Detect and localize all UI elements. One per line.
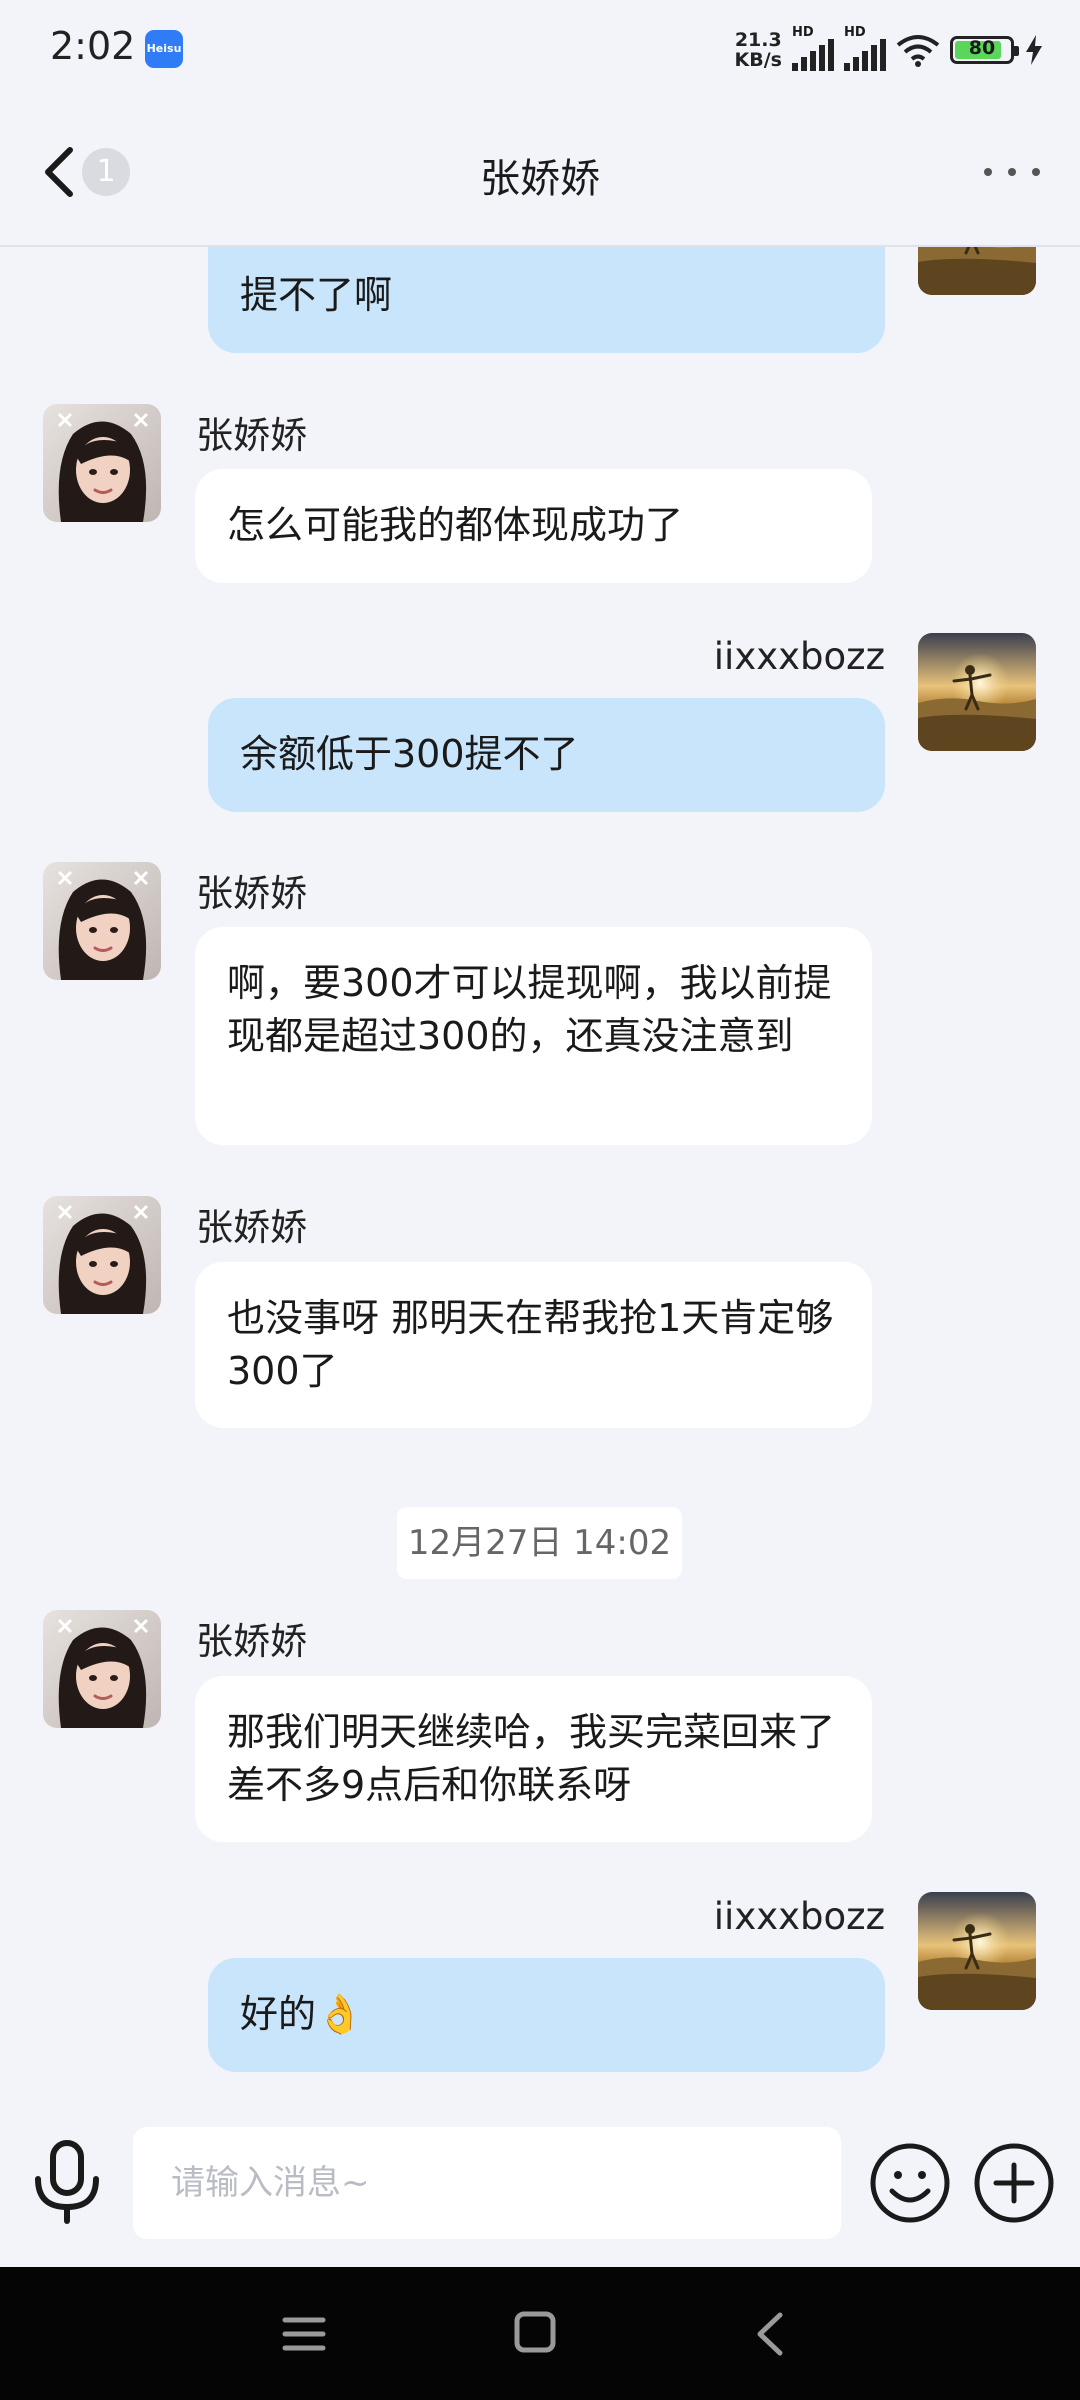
my-avatar[interactable] [918, 1892, 1036, 2010]
emoji-icon[interactable] [868, 2141, 952, 2225]
my-avatar[interactable] [918, 633, 1036, 751]
battery-level: 80 [968, 37, 996, 59]
message-text: 好的 [240, 1992, 317, 2036]
hd-label-2: HD [844, 25, 866, 40]
ok-hand-emoji: 👌 [316, 1992, 364, 2036]
microphone-icon[interactable] [30, 2137, 105, 2227]
contact-avatar[interactable] [43, 1610, 161, 1728]
signal-1-icon: HD [792, 25, 834, 71]
chat-title: 张娇娇 [480, 156, 600, 202]
network-speed-value: 21.3 [734, 29, 782, 51]
message-bubble-incoming[interactable]: 那我们明天继续哈，我买完菜回来了 差不多9点后和你联系呀 [195, 1676, 872, 1842]
message-bubble-outgoing[interactable]: 提不了啊 [208, 247, 885, 353]
charging-icon [1026, 35, 1042, 65]
wifi-icon [896, 35, 940, 67]
message-input[interactable] [133, 2127, 841, 2239]
sender-name: 张娇娇 [196, 872, 307, 915]
signal-2-icon: HD [844, 25, 886, 71]
sender-name: iixxxbozz [713, 1895, 885, 1938]
network-speed-unit: KB/s [734, 49, 782, 71]
chat-header: 1 张娇娇 [0, 100, 1080, 247]
sender-name: 张娇娇 [196, 1620, 307, 1663]
home-icon[interactable] [514, 2311, 556, 2353]
hd-label: HD [792, 25, 814, 40]
message-bubble-incoming[interactable]: 也没事呀 那明天在帮我抢1天肯定够300了 [195, 1262, 872, 1428]
more-icon[interactable] [984, 160, 1040, 184]
contact-avatar[interactable] [43, 404, 161, 522]
plus-icon[interactable] [972, 2141, 1056, 2225]
sender-name: 张娇娇 [196, 414, 307, 457]
battery-icon: 80 [950, 36, 1019, 64]
message-bubble-outgoing[interactable]: 余额低于300提不了 [208, 698, 885, 812]
nav-back-icon[interactable] [752, 2311, 786, 2357]
sender-name: iixxxbozz [713, 635, 885, 678]
app-notification-icon: Heisu [145, 30, 183, 68]
contact-avatar[interactable] [43, 1196, 161, 1314]
message-bubble-outgoing[interactable]: 好的👌 [208, 1958, 885, 2072]
system-nav-bar [0, 2267, 1080, 2400]
network-speed: 21.3 KB/s [735, 30, 782, 70]
input-bar [0, 2107, 1080, 2267]
status-time: 2:02 [50, 24, 136, 68]
message-bubble-incoming[interactable]: 啊，要300才可以提现啊，我以前提现都是超过300的，还真没注意到 [195, 927, 872, 1145]
time-separator: 12月27日 14:02 [397, 1507, 682, 1579]
status-bar: 2:02 Heisu 21.3 KB/s HD HD 80 [0, 0, 1080, 100]
my-avatar[interactable] [918, 247, 1036, 295]
sender-name: 张娇娇 [196, 1206, 307, 1249]
message-list[interactable]: 提不了啊 张娇娇 怎么可能我的都体现成功了 iixxxbozz 余额低于300提… [0, 247, 1080, 2107]
contact-avatar[interactable] [43, 862, 161, 980]
status-indicators: 21.3 KB/s HD HD 80 [735, 22, 1044, 78]
menu-icon[interactable] [281, 2314, 327, 2354]
message-bubble-incoming[interactable]: 怎么可能我的都体现成功了 [195, 469, 872, 583]
